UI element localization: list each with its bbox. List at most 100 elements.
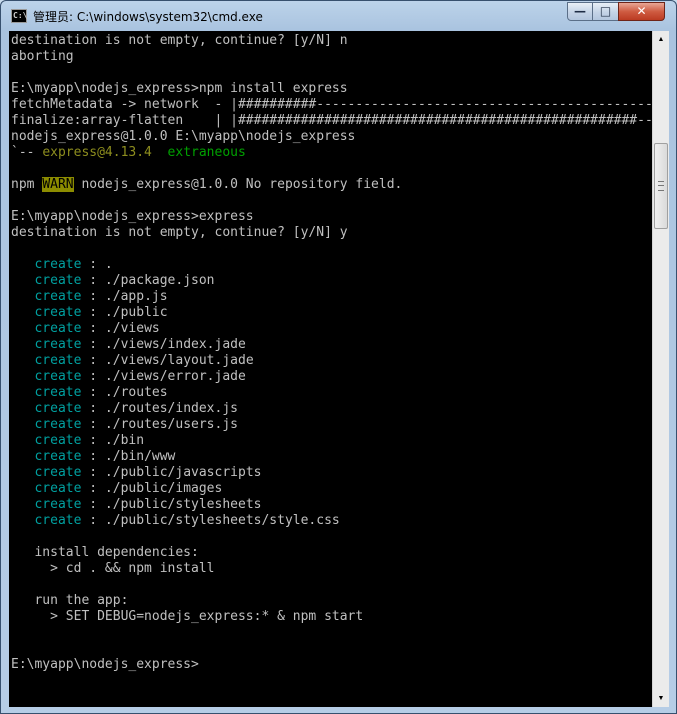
console-text-segment: : ./public/stylesheets/style.css — [81, 513, 340, 528]
scrollbar-thumb[interactable] — [654, 143, 668, 229]
console-text-segment: fetchMetadata -> network - |##########--… — [11, 97, 652, 112]
console-text-segment: : ./routes/index.js — [81, 401, 238, 416]
console-output-area[interactable]: destination is not empty, continue? [y/N… — [9, 31, 652, 707]
console-text-segment: : ./routes — [81, 385, 168, 400]
close-button[interactable]: ✕ — [618, 2, 665, 21]
console-text-segment: : . — [81, 257, 113, 272]
console-line: create : ./package.json — [11, 273, 652, 289]
console-highlight-cyan: create — [34, 497, 82, 512]
console-text-segment — [11, 465, 34, 480]
console-line: create : ./views/index.jade — [11, 337, 652, 353]
console-text-segment: : ./bin — [81, 433, 145, 448]
console-line: fetchMetadata -> network - |##########--… — [11, 97, 652, 113]
console-line: E:\myapp\nodejs_express> — [11, 657, 652, 673]
console-highlight-cyan: create — [34, 305, 82, 320]
console-line: create : ./app.js — [11, 289, 652, 305]
console-text-segment: > SET DEBUG=nodejs_express:* & npm start — [11, 609, 364, 624]
console-text-segment: : ./views/error.jade — [81, 369, 246, 384]
console-highlight-cyan: create — [34, 481, 82, 496]
console-highlight-cyan: create — [34, 353, 82, 368]
console-text-segment: nodejs_express@1.0.0 No repository field… — [73, 177, 403, 192]
console-text-segment — [152, 145, 168, 160]
console-line: finalize:array-flatten | |##############… — [11, 113, 652, 129]
console-highlight-cyan: create — [34, 321, 82, 336]
console-line: install dependencies: — [11, 545, 652, 561]
console-text-segment — [11, 369, 34, 384]
console-text-segment: : ./package.json — [81, 273, 215, 288]
console-line: destination is not empty, continue? [y/N… — [11, 33, 652, 49]
console-highlight-cyan: create — [34, 465, 82, 480]
console-highlight-cyan: create — [34, 369, 82, 384]
console-text-segment: : ./public/images — [81, 481, 223, 496]
console-text-segment: E:\myapp\nodejs_express>express — [11, 209, 254, 224]
console-highlight-cyan: create — [34, 513, 82, 528]
console-line: create : ./public/images — [11, 481, 652, 497]
console-text-segment: : ./routes/users.js — [81, 417, 238, 432]
console-text-segment — [11, 401, 34, 416]
console-line: create : ./public/javascripts — [11, 465, 652, 481]
console-text-segment — [11, 497, 34, 512]
console-highlight-cyan: create — [34, 385, 82, 400]
console-line: > SET DEBUG=nodejs_express:* & npm start — [11, 609, 652, 625]
console-highlight-cyan: create — [34, 273, 82, 288]
console-text-segment — [11, 385, 34, 400]
console-text-segment: E:\myapp\nodejs_express>npm install expr… — [11, 81, 348, 96]
console-text-segment: : ./views/layout.jade — [81, 353, 254, 368]
console-highlight-warn: WARN — [42, 177, 74, 192]
console-highlight-green: extraneous — [167, 145, 246, 160]
console-text-segment: : ./public/javascripts — [81, 465, 262, 480]
maximize-button[interactable]: □ — [592, 2, 619, 21]
console-highlight-cyan: create — [34, 433, 82, 448]
console-text-segment — [11, 289, 34, 304]
console-line: aborting — [11, 49, 652, 65]
console-text-segment: nodejs_express@1.0.0 E:\myapp\nodejs_exp… — [11, 129, 356, 144]
console-line: create : ./bin/www — [11, 449, 652, 465]
scroll-down-arrow-icon[interactable]: ▼ — [653, 690, 669, 707]
console-text-segment — [11, 321, 34, 336]
vertical-scrollbar[interactable]: ▲ ▼ — [652, 31, 669, 707]
console-text-segment: : ./bin/www — [81, 449, 176, 464]
window-title: 管理员: C:\windows\system32\cmd.exe — [33, 10, 263, 24]
console-line: create : ./public/stylesheets/style.css — [11, 513, 652, 529]
console-text-segment — [11, 337, 34, 352]
console-text-segment — [11, 433, 34, 448]
cmd-window: C:\ 管理员: C:\windows\system32\cmd.exe — □… — [0, 0, 677, 714]
console-text-segment: install dependencies: — [11, 545, 199, 560]
console-line: create : . — [11, 257, 652, 273]
console-line: E:\myapp\nodejs_express>npm install expr… — [11, 81, 652, 97]
console-text-segment: : ./app.js — [81, 289, 168, 304]
console-highlight-cyan: create — [34, 289, 82, 304]
console-text-segment: destination is not empty, continue? [y/N… — [11, 225, 348, 240]
console-text-segment: `-- — [11, 145, 43, 160]
console-line: create : ./routes — [11, 385, 652, 401]
console-highlight-cyan: create — [34, 337, 82, 352]
title-bar[interactable]: C:\ 管理员: C:\windows\system32\cmd.exe — □… — [1, 1, 676, 31]
cmd-app-icon[interactable]: C:\ — [11, 9, 27, 23]
console-line: create : ./views — [11, 321, 652, 337]
console-text-segment: aborting — [11, 49, 74, 64]
console-text-segment: run the app: — [11, 593, 129, 608]
console-text-segment — [11, 257, 34, 272]
console-text-segment: E:\myapp\nodejs_express> — [11, 657, 199, 672]
console-highlight-cyan: create — [34, 417, 82, 432]
console-line: npm WARN nodejs_express@1.0.0 No reposit… — [11, 177, 652, 193]
console-line: destination is not empty, continue? [y/N… — [11, 225, 652, 241]
console-text-segment — [11, 513, 34, 528]
console-text-segment — [11, 481, 34, 496]
console-highlight-cyan: create — [34, 449, 82, 464]
minimize-button[interactable]: — — [567, 2, 593, 21]
console-line: create : ./routes/index.js — [11, 401, 652, 417]
console-text-segment: : ./views/index.jade — [81, 337, 246, 352]
console-line: create : ./views/error.jade — [11, 369, 652, 385]
scroll-up-arrow-icon[interactable]: ▲ — [653, 31, 669, 48]
console-text-segment: : ./public/stylesheets — [81, 497, 262, 512]
console-line: E:\myapp\nodejs_express>express — [11, 209, 652, 225]
console-text-segment: : ./views — [81, 321, 160, 336]
console-line: create : ./public/stylesheets — [11, 497, 652, 513]
